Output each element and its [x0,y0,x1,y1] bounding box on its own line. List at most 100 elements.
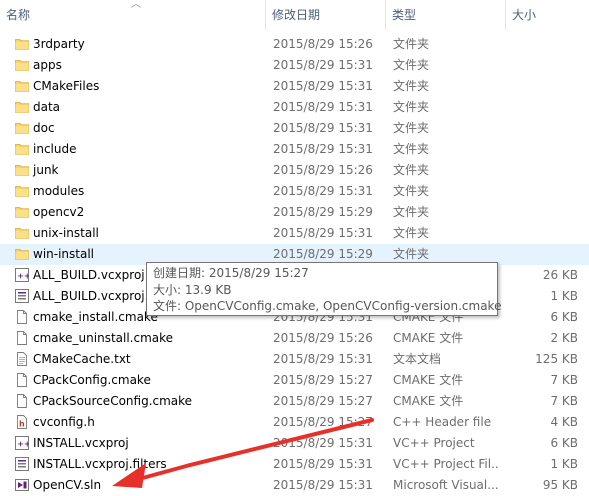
folder-icon [15,163,29,177]
file-type: 文件夹 [393,163,430,177]
column-header-type[interactable]: 类型 [386,0,505,30]
file-name: unix-install [33,226,99,240]
file-date: 2015/8/29 15:27 [273,394,373,408]
file-row[interactable]: CPackSourceConfig.cmake 2015/8/29 15:27 CM… [0,391,589,412]
filters-icon [15,457,29,471]
file-name: doc [33,121,55,135]
file-date: 2015/8/29 15:26 [273,331,373,345]
file-row[interactable]: CMakeFiles 2015/8/29 15:31 文件夹 [0,76,589,97]
file-name: cmake_uninstall.cmake [33,331,174,345]
file-icon [15,310,29,324]
file-name: apps [33,58,62,72]
file-name: ALL_BUILD.vcxproj [33,268,145,282]
file-name: INSTALL.vcxproj [33,436,129,450]
file-row[interactable]: data 2015/8/29 15:31 文件夹 [0,97,589,118]
file-row[interactable]: junk 2015/8/29 15:26 文件夹 [0,160,589,181]
file-tooltip: 创建日期: 2015/8/29 15:27 大小: 13.9 KB 文件: Op… [146,262,501,316]
file-row[interactable]: doc 2015/8/29 15:31 文件夹 [0,118,589,139]
folder-icon [15,226,29,240]
file-type: VC++ Project [393,436,475,450]
file-type: 文件夹 [393,58,430,72]
file-date: 2015/8/29 15:26 [273,37,373,51]
file-type: 文件夹 [393,79,430,93]
file-name: cmake_install.cmake [33,310,158,324]
folder-icon [15,58,29,72]
column-header-size[interactable]: 大小 [506,0,586,30]
file-row[interactable]: cmake_uninstall.cmake 2015/8/29 15:26 CMAK… [0,328,589,349]
file-row[interactable]: 3rdparty 2015/8/29 15:26 文件夹 [0,34,589,55]
file-date: 2015/8/29 15:31 [273,142,373,156]
file-name: cvconfig.h [33,415,95,429]
file-name: 3rdparty [33,37,85,51]
file-date: 2015/8/29 15:29 [273,205,373,219]
file-size: 2 KB [550,331,578,345]
column-header-row: 名称 ︿ 修改日期 类型 大小 [0,0,589,30]
file-type: 文件夹 [393,121,430,135]
file-name: CPackSourceConfig.cmake [33,394,193,408]
svg-text:h: h [19,420,25,429]
file-name: junk [33,163,59,177]
file-row[interactable]: CMakeCache.txt 2015/8/29 15:31 文本文档 125 KB [0,349,589,370]
file-row[interactable]: include 2015/8/29 15:31 文件夹 [0,139,589,160]
file-row[interactable]: CPackConfig.cmake 2015/8/29 15:27 CMAKE 文件… [0,370,589,391]
file-name: OpenCV.sln [33,478,102,492]
file-type: CMAKE 文件 [393,373,464,387]
file-date: 2015/8/29 15:27 [273,373,373,387]
file-type: Microsoft Visual... [393,478,499,492]
file-date: 2015/8/29 15:27 [273,415,373,429]
file-date: 2015/8/29 15:31 [273,457,373,471]
file-type: 文件夹 [393,205,430,219]
folder-icon [15,142,29,156]
file-type: 文本文档 [393,352,442,366]
file-row[interactable]: ++ INSTALL.vcxproj 2015/8/29 15:31 VC++ Pro… [0,433,589,454]
file-size: 7 KB [550,373,578,387]
file-name: INSTALL.vcxproj.filters [33,457,167,471]
file-name: include [33,142,77,156]
file-type: CMAKE 文件 [393,331,464,345]
file-size: 6 KB [550,310,578,324]
file-row[interactable]: apps 2015/8/29 15:31 文件夹 [0,55,589,76]
file-row[interactable]: INSTALL.vcxproj.filters 2015/8/29 15:31 VC… [0,454,589,475]
text-file-icon [15,352,29,366]
file-type: 文件夹 [393,226,430,240]
file-date: 2015/8/29 15:31 [273,226,373,240]
folder-icon [15,79,29,93]
folder-icon [15,205,29,219]
header-file-icon: h [15,415,29,429]
file-size: 125 KB [535,352,578,366]
column-header-date[interactable]: 修改日期 [266,0,385,30]
file-type: CMAKE 文件 [393,394,464,408]
vcxproj-icon: ++ [15,268,31,282]
file-size: 95 KB [542,478,578,492]
sort-ascending-icon: ︿ [131,0,141,10]
sln-icon [15,478,29,492]
folder-icon [15,37,29,51]
svg-text:++: ++ [17,440,29,449]
folder-icon [15,121,29,135]
tooltip-created: 创建日期: 2015/8/29 15:27 [153,266,309,280]
file-name: win-install [33,247,95,261]
file-date: 2015/8/29 15:31 [273,58,373,72]
file-row[interactable]: modules 2015/8/29 15:31 文件夹 [0,181,589,202]
file-icon [15,331,29,345]
file-date: 2015/8/29 15:31 [273,184,373,198]
tooltip-size: 大小: 13.9 KB [153,282,232,297]
file-date: 2015/8/29 15:26 [273,163,373,177]
file-row[interactable]: h cvconfig.h 2015/8/29 15:27 C++ Header fil… [0,412,589,433]
file-size: 1 KB [550,457,578,471]
vcxproj-icon: ++ [15,436,31,450]
file-row[interactable]: OpenCV.sln 2015/8/29 15:31 Microsoft Visua… [0,475,589,496]
file-name: opencv2 [33,205,85,219]
file-size: 4 KB [550,415,578,429]
file-date: 2015/8/29 15:31 [273,121,373,135]
file-name: CMakeCache.txt [33,352,131,366]
file-size: 1 KB [550,289,578,303]
file-row[interactable]: unix-install 2015/8/29 15:31 文件夹 [0,223,589,244]
file-date: 2015/8/29 15:31 [273,436,373,450]
file-type: 文件夹 [393,184,430,198]
file-row[interactable]: opencv2 2015/8/29 15:29 文件夹 [0,202,589,223]
file-size: 7 KB [550,394,578,408]
file-size: 26 KB [542,268,578,282]
svg-text:++: ++ [17,272,29,281]
file-date: 2015/8/29 15:31 [273,352,373,366]
